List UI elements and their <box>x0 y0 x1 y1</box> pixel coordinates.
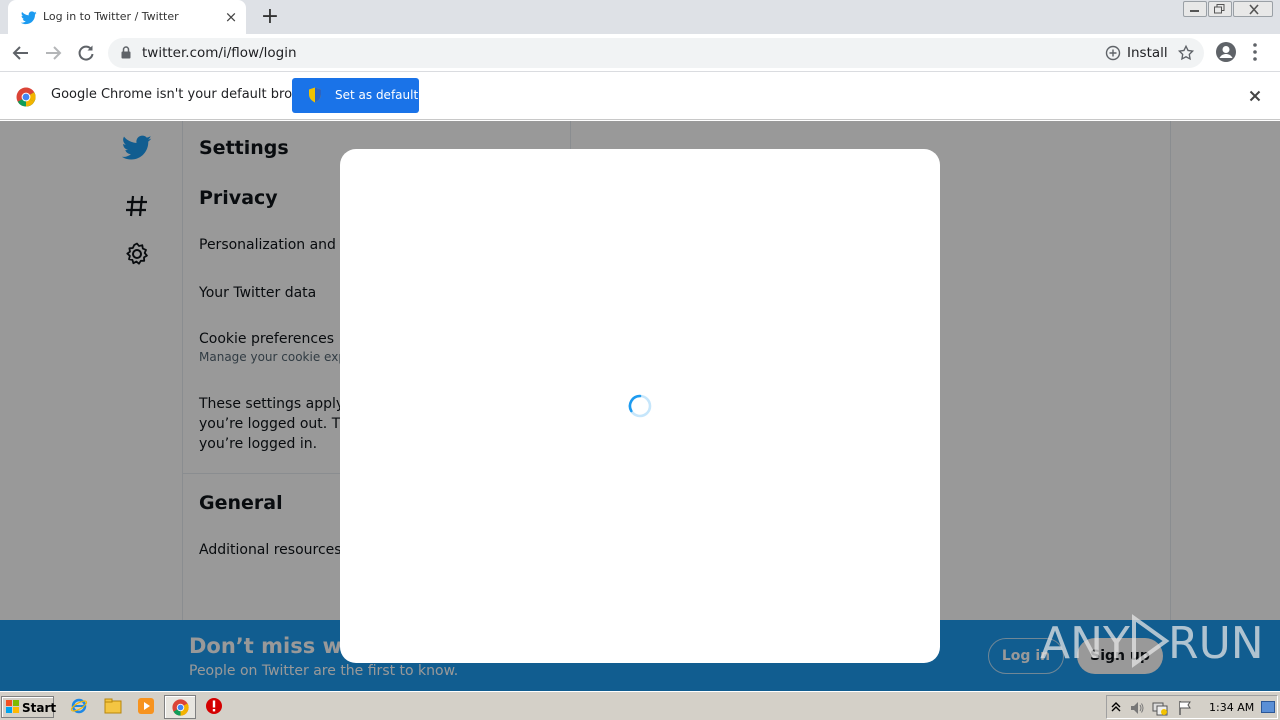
watermark-text-left: ANY <box>1040 618 1130 669</box>
back-button[interactable] <box>8 40 34 66</box>
windows-flag-icon <box>6 700 19 713</box>
reload-icon <box>78 45 94 61</box>
network-icon[interactable] <box>1152 700 1168 716</box>
twitter-bird-icon <box>20 10 37 25</box>
minimize-button[interactable] <box>1183 1 1207 17</box>
show-desktop-icon[interactable] <box>1261 701 1275 713</box>
default-browser-infobar: Google Chrome isn't your default browser… <box>0 72 1280 120</box>
restore-button[interactable] <box>1208 1 1232 17</box>
taskbar-chrome-button[interactable] <box>164 695 196 719</box>
forward-arrow-icon <box>46 46 62 60</box>
new-tab-button[interactable]: + <box>258 6 282 28</box>
action-center-flag-icon[interactable] <box>1177 700 1193 716</box>
install-app-icon <box>1105 45 1121 61</box>
install-button[interactable]: Install <box>1127 45 1168 61</box>
volume-icon[interactable] <box>1129 700 1145 716</box>
set-as-default-label: Set as default <box>335 88 419 102</box>
bookmark-star-icon <box>1177 44 1195 61</box>
set-as-default-button[interactable]: Set as default <box>292 78 419 113</box>
tab-title: Log in to Twitter / Twitter <box>43 10 179 23</box>
taskbar-clock[interactable]: 1:34 AM <box>1209 701 1254 714</box>
start-label: Start <box>22 701 57 715</box>
url-text[interactable]: twitter.com/i/flow/login <box>142 45 297 61</box>
chrome-logo-icon <box>16 87 36 107</box>
close-window-button[interactable] <box>1233 1 1273 17</box>
chrome-menu-icon[interactable] <box>1252 42 1258 62</box>
show-hidden-icons-icon[interactable] <box>1111 700 1121 714</box>
infobar-close-icon[interactable] <box>1247 88 1263 104</box>
infobar-message: Google Chrome isn't your default browser <box>51 87 323 102</box>
browser-toolbar: twitter.com/i/flow/login Install <box>0 34 1280 72</box>
reload-button[interactable] <box>73 40 99 66</box>
profile-avatar-icon[interactable] <box>1215 41 1237 63</box>
anyrun-watermark: ANY RUN <box>1040 612 1264 672</box>
watermark-play-icon <box>1132 614 1170 668</box>
windows-taskbar: Start 1:34 AM <box>0 691 1280 720</box>
tab-close-icon[interactable]: × <box>224 10 238 25</box>
forward-button[interactable] <box>40 40 66 66</box>
stop-sign-icon[interactable] <box>205 697 223 715</box>
chrome-taskbar-icon <box>172 699 189 716</box>
back-arrow-icon <box>12 46 28 60</box>
loading-spinner-icon <box>628 394 652 418</box>
file-explorer-icon[interactable] <box>104 697 122 715</box>
login-modal <box>340 149 940 663</box>
lock-icon <box>121 46 131 59</box>
tab-strip: Log in to Twitter / Twitter × + <box>0 0 1280 34</box>
start-button[interactable]: Start <box>1 696 57 718</box>
address-bar[interactable]: twitter.com/i/flow/login Install <box>108 38 1204 68</box>
system-tray: 1:34 AM <box>1106 695 1278 719</box>
media-player-icon[interactable] <box>137 697 155 715</box>
tab-twitter-login[interactable]: Log in to Twitter / Twitter × <box>8 0 246 34</box>
watermark-text-right: RUN <box>1168 618 1264 669</box>
internet-explorer-icon[interactable] <box>70 697 88 715</box>
uac-shield-icon <box>309 87 321 103</box>
